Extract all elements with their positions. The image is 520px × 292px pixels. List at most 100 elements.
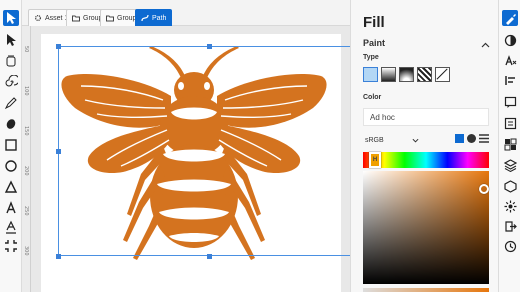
radial-gradient-button[interactable] [399, 67, 414, 82]
panel-title: Fill [363, 14, 385, 31]
calligraphy-icon [6, 119, 16, 129]
breadcrumb-tabs: Asset 1 Group Group Path [22, 0, 350, 26]
tab-path[interactable]: Path [135, 9, 173, 26]
resize-handle-left[interactable] [56, 149, 61, 154]
color-mode-switcher [455, 134, 489, 143]
type-label: Type [363, 54, 379, 61]
comment-icon [504, 96, 516, 108]
hue-marker-label: H [372, 157, 378, 163]
spiral-tool[interactable] [3, 74, 19, 90]
crop-tool[interactable] [3, 238, 19, 254]
hue-slider[interactable]: H [363, 152, 489, 168]
circle-tool[interactable] [3, 158, 19, 174]
star-tool[interactable] [3, 179, 19, 195]
selector-tool[interactable] [3, 10, 19, 26]
canvas[interactable] [31, 26, 360, 292]
tweak-tool[interactable] [3, 53, 19, 69]
resize-handle-bottom-left[interactable] [56, 254, 61, 259]
rectangle-icon [5, 139, 17, 151]
color-name-field[interactable]: Ad hoc [363, 108, 489, 126]
calligraphy-tool[interactable] [3, 116, 19, 132]
color-label: Color [363, 94, 382, 101]
text-tool[interactable] [3, 200, 19, 216]
export-icon [504, 220, 517, 232]
history-icon [504, 240, 516, 252]
saturation-value-picker[interactable] [363, 171, 489, 284]
linear-gradient-button[interactable] [381, 67, 396, 82]
ruler-tick: 100 [23, 86, 29, 96]
swatches-icon [504, 138, 516, 150]
dock-swatches[interactable] [502, 136, 518, 152]
folder-icon [106, 15, 114, 22]
dock-align[interactable] [502, 72, 518, 88]
text-icon [6, 201, 16, 214]
gear-icon [34, 14, 42, 22]
no-paint-button[interactable] [435, 67, 450, 82]
right-dock [498, 0, 520, 292]
color-picker-knob[interactable] [479, 184, 489, 194]
inkscape-window: 50 100 150 200 250 300 350 400 450 500 5… [0, 0, 520, 292]
xml-editor-icon [504, 117, 516, 129]
object-icon [503, 179, 517, 193]
circle-icon [5, 160, 17, 172]
pen-icon [4, 97, 17, 110]
contrast-icon [504, 34, 516, 46]
selector-icon [7, 12, 16, 24]
dock-history[interactable] [502, 238, 518, 254]
tab-label: Group [117, 14, 137, 22]
flat-color-button[interactable] [363, 67, 378, 82]
triangle-icon [4, 180, 18, 193]
rectangle-tool[interactable] [3, 137, 19, 153]
dock-xml-editor[interactable] [502, 115, 518, 131]
color-space-value: sRGB [365, 137, 384, 144]
node-icon [7, 34, 16, 46]
pen-tool[interactable] [3, 95, 19, 111]
pattern-button[interactable] [417, 67, 432, 82]
ruler-tick: 250 [23, 206, 29, 216]
folder-icon [72, 15, 80, 22]
tab-label: Path [152, 14, 167, 22]
fill-panel: Fill Paint Type Color Ad hoc sRGB H [350, 0, 498, 292]
dock-objects[interactable] [502, 178, 518, 194]
tab-label: Asset 1 [45, 14, 69, 22]
ruler-tick: 50 [23, 46, 29, 53]
dock-export[interactable] [502, 218, 518, 234]
dock-layers[interactable] [502, 157, 518, 173]
dock-comment[interactable] [502, 94, 518, 110]
vertical-ruler[interactable]: 50 100 150 200 250 300 [22, 26, 31, 292]
ruler-tick: 200 [23, 166, 29, 176]
dock-contrast[interactable] [502, 32, 518, 48]
resize-handle-top[interactable] [207, 44, 212, 49]
color-wheel-icon[interactable] [467, 134, 476, 143]
crop-icon [5, 240, 17, 252]
no-paint-icon [436, 68, 448, 80]
hue-slider-knob[interactable]: H [369, 152, 381, 168]
dock-transform[interactable] [502, 198, 518, 214]
spiral-icon [5, 75, 18, 87]
alpha-slider[interactable] [363, 288, 489, 292]
paint-type-selector [363, 67, 450, 82]
text-font-icon [504, 54, 516, 65]
ruler-tick: 300 [23, 246, 29, 256]
resize-handle-top-left[interactable] [56, 44, 61, 49]
fill-stroke-icon [505, 13, 516, 25]
text-path-icon [6, 220, 16, 234]
chevron-up-icon[interactable] [481, 42, 490, 48]
ruler-tick: 150 [23, 126, 29, 136]
toolbox [0, 0, 22, 292]
layers-stack-icon [503, 158, 517, 172]
node-tool[interactable] [3, 32, 19, 48]
align-icon [504, 75, 515, 85]
dock-fill-stroke[interactable] [502, 10, 518, 26]
color-list-icon[interactable] [479, 134, 489, 143]
color-swatch-icon[interactable] [455, 134, 464, 143]
chevron-down-icon [412, 138, 419, 143]
selection-bounding-box [58, 46, 360, 256]
resize-handle-bottom[interactable] [207, 254, 212, 259]
path-icon [141, 14, 149, 22]
color-space-dropdown[interactable]: sRGB [363, 134, 421, 147]
text-path-tool[interactable] [3, 219, 19, 235]
tweak-icon [6, 55, 16, 67]
paint-heading: Paint [363, 38, 386, 48]
dock-text-font[interactable] [502, 52, 518, 68]
